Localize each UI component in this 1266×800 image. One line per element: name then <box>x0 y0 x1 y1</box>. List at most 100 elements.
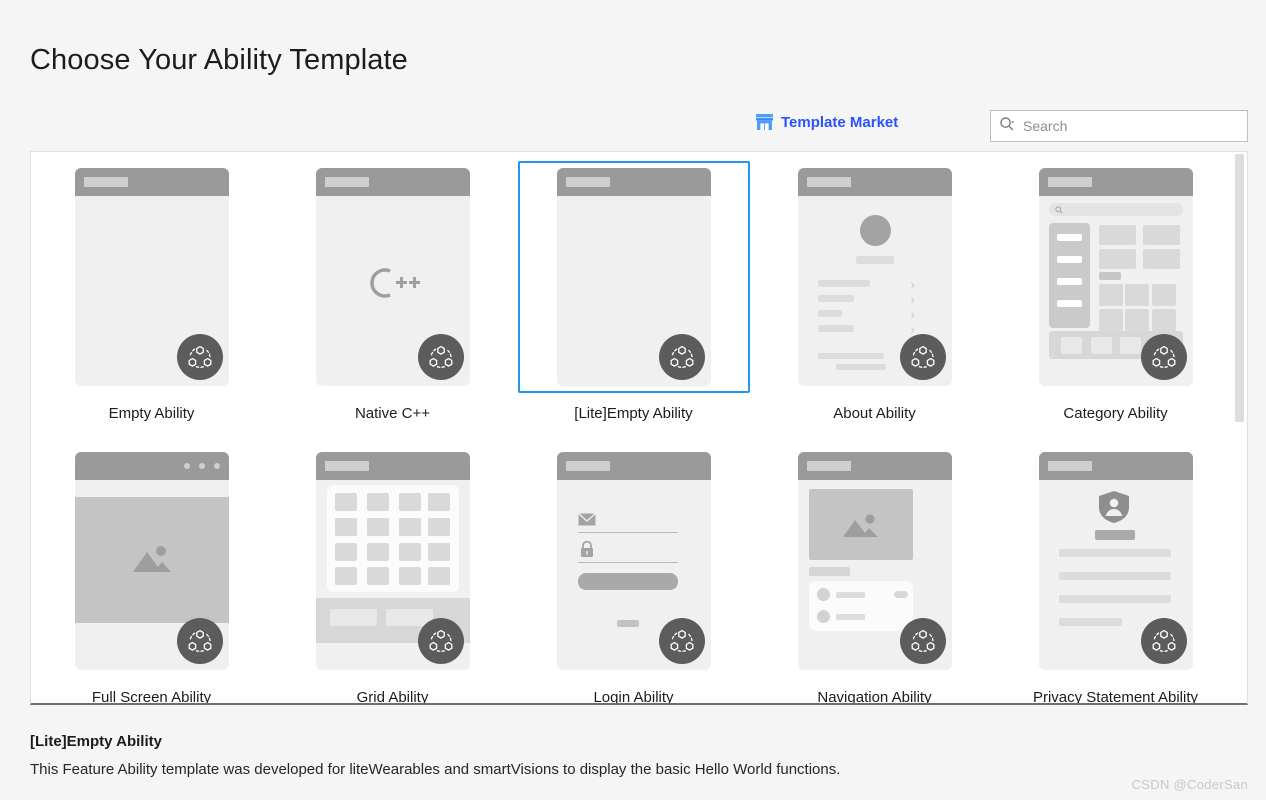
thumbnail-login <box>556 452 711 670</box>
email-input-underline <box>577 532 678 533</box>
grid-block <box>1098 309 1123 331</box>
chevron-right-icon: › <box>910 307 915 322</box>
thumb-title-placeholder <box>806 461 851 471</box>
list-row-bar <box>817 280 870 287</box>
template-label: Full Screen Ability <box>91 689 212 705</box>
sidebar-item-bar <box>1056 300 1082 307</box>
template-thumb-frame <box>36 161 268 393</box>
harmonyos-badge-icon <box>176 618 223 664</box>
thumb-title-placeholder <box>806 177 851 187</box>
thumb-topbar <box>315 168 470 196</box>
thumb-topbar <box>315 452 470 480</box>
thumbnail-empty <box>556 168 711 386</box>
scrollbar-thumb[interactable] <box>1235 154 1244 422</box>
footer-bar <box>835 364 886 370</box>
search-input[interactable] <box>1023 118 1239 134</box>
selected-template-description: This Feature Ability template was develo… <box>30 761 841 778</box>
thumb-topbar <box>556 168 711 196</box>
chevron-right-icon: › <box>910 277 915 292</box>
name-placeholder <box>855 256 894 264</box>
avatar-placeholder <box>859 215 891 246</box>
templates-panel: Empty Ability Native C++ [Lite]Empty Abi… <box>30 151 1248 705</box>
list-row-bar <box>817 310 842 317</box>
bottom-bar-block <box>329 609 377 626</box>
window-dots-icon <box>183 463 220 469</box>
sidebar-item-bar <box>1056 278 1082 285</box>
section-title-bar <box>1098 272 1121 280</box>
grid-block <box>1142 225 1180 245</box>
list-row-bar <box>817 295 854 302</box>
thumb-topbar <box>74 452 229 480</box>
template-market-label: Template Market <box>781 113 899 131</box>
thumb-topbar <box>797 168 952 196</box>
grid-tile <box>398 493 421 511</box>
harmonyos-badge-icon <box>899 334 946 380</box>
list-row-bar <box>817 325 854 332</box>
template-label: Native C++ <box>354 405 431 422</box>
template-market-link[interactable]: Template Market <box>755 113 898 131</box>
list-item-bar <box>835 592 865 598</box>
grid-tile <box>334 567 357 585</box>
grid-block <box>1098 284 1123 306</box>
template-card-native-cpp[interactable]: Native C++ <box>272 152 513 422</box>
template-card-lite-empty-ability[interactable]: [Lite]Empty Ability <box>513 152 754 422</box>
section-label-bar <box>808 567 850 576</box>
search-pill-placeholder <box>1048 203 1183 216</box>
thumbnail-nativecpp <box>315 168 470 386</box>
sidebar-item-bar <box>1056 256 1082 263</box>
thumbnail-empty <box>74 168 229 386</box>
template-thumb-frame <box>277 445 509 677</box>
template-card-empty-ability[interactable]: Empty Ability <box>31 152 272 422</box>
paragraph-line <box>1058 549 1171 557</box>
thumb-topbar <box>797 452 952 480</box>
paragraph-line <box>1058 618 1122 626</box>
harmonyos-badge-icon <box>417 618 464 664</box>
harmonyos-badge-icon <box>658 334 705 380</box>
thumb-topbar <box>74 168 229 196</box>
thumbnail-fullscreen <box>74 452 229 670</box>
grid-block <box>1098 249 1136 269</box>
templates-scrollbar[interactable] <box>1235 152 1246 703</box>
harmonyos-badge-icon <box>176 334 223 380</box>
grid-block <box>1098 225 1136 245</box>
template-label: Navigation Ability <box>817 689 932 705</box>
thumbnail-privacy <box>1038 452 1193 670</box>
paragraph-line <box>1058 572 1171 580</box>
nav-item-block <box>1060 337 1082 354</box>
search-box[interactable] <box>990 110 1248 142</box>
grid-block <box>1151 284 1176 306</box>
template-chooser-page: Choose Your Ability Template Template Ma… <box>0 0 1266 800</box>
selected-template-title: [Lite]Empty Ability <box>30 733 162 750</box>
template-card-category-ability[interactable]: Category Ability <box>995 152 1236 422</box>
template-label: Empty Ability <box>108 405 195 422</box>
template-thumb-frame <box>759 445 991 677</box>
template-thumb-frame <box>518 445 750 677</box>
page-title: Choose Your Ability Template <box>30 44 408 76</box>
harmonyos-badge-icon <box>1140 618 1187 664</box>
list-item-avatar <box>816 610 830 623</box>
harmonyos-badge-icon <box>658 618 705 664</box>
grid-block <box>1142 249 1180 269</box>
list-item-bar <box>835 614 865 620</box>
thumbnail-navigation <box>797 452 952 670</box>
footer-link-placeholder <box>616 620 639 627</box>
grid-block <box>1124 284 1149 306</box>
harmonyos-badge-icon <box>417 334 464 380</box>
template-label: About Ability <box>833 405 916 422</box>
template-card-login-ability[interactable]: Login Ability <box>513 436 754 703</box>
grid-tile <box>334 518 357 536</box>
paragraph-line <box>1058 595 1171 603</box>
list-item-avatar <box>816 588 830 601</box>
grid-block <box>1124 309 1149 331</box>
template-card-privacy-statement-ability[interactable]: Privacy Statement Ability <box>995 436 1236 705</box>
privacy-title-bar <box>1094 530 1135 540</box>
search-dropdown-icon[interactable] <box>999 116 1023 137</box>
template-card-full-screen-ability[interactable]: Full Screen Ability <box>31 436 272 705</box>
template-label: Privacy Statement Ability <box>1032 689 1199 705</box>
template-card-navigation-ability[interactable]: Navigation Ability <box>754 436 995 705</box>
grid-tile <box>366 567 389 585</box>
thumb-topbar <box>556 452 711 480</box>
template-card-grid-ability[interactable]: Grid Ability <box>272 436 513 703</box>
template-card-about-ability[interactable]: › › › › About Ability <box>754 152 995 422</box>
thumbnail-category <box>1038 168 1193 386</box>
